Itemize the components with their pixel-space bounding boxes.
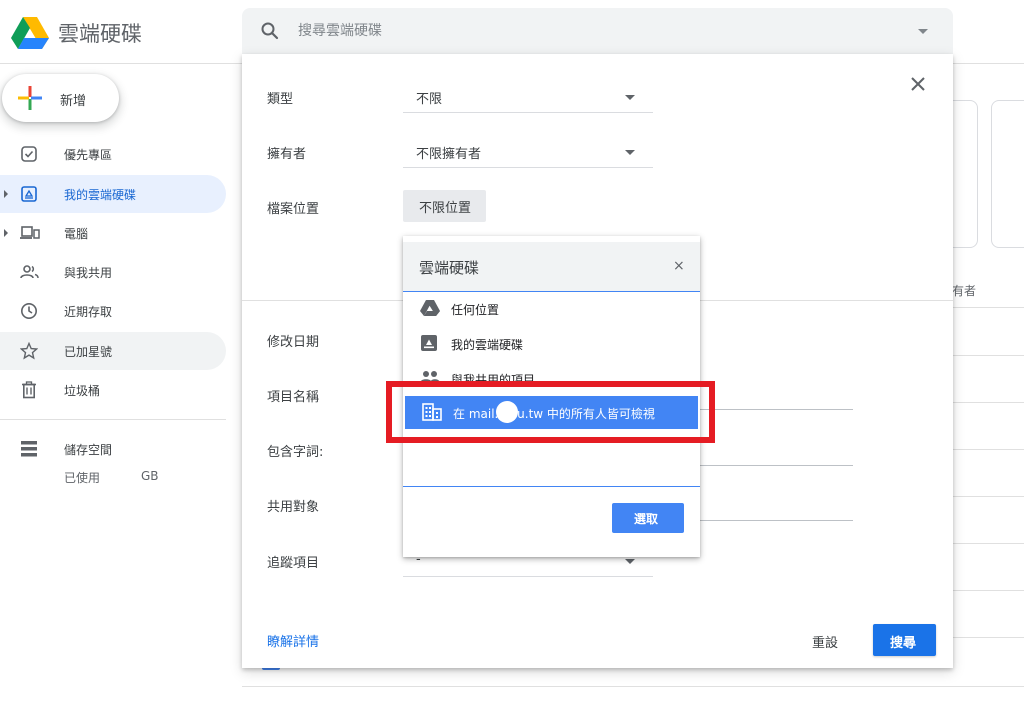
sidebar-item-label: 電腦 — [64, 227, 89, 241]
row-divider — [952, 355, 1024, 356]
location-label: 檔案位置 — [267, 202, 320, 217]
popup-title: 雲端硬碟 — [419, 259, 480, 277]
popup-close-icon[interactable]: × — [673, 258, 685, 274]
sidebar-item-label: 垃圾桶 — [64, 384, 101, 398]
sidebar-item-computers[interactable]: 電腦 — [0, 214, 226, 252]
search-icon[interactable] — [260, 21, 280, 45]
popup-header: 雲端硬碟 × — [403, 242, 700, 292]
computers-icon — [20, 226, 40, 239]
sidebar-item-recent[interactable]: 近期存取 — [0, 292, 226, 330]
expand-caret-icon[interactable] — [4, 190, 8, 198]
location-option-label: 我的雲端硬碟 — [451, 338, 524, 352]
storage-label[interactable]: 儲存空間 — [64, 441, 112, 458]
row-divider — [952, 496, 1024, 497]
trash-icon — [22, 381, 36, 399]
highlight-annotation — [386, 381, 715, 443]
new-button-label: 新增 — [60, 94, 87, 109]
row-divider — [952, 637, 1024, 638]
storage-used-label: 已使用 — [64, 471, 101, 485]
location-chip[interactable]: 不限位置 — [403, 190, 486, 222]
storage-unit: GB — [141, 469, 159, 483]
sidebar-item-label: 近期存取 — [64, 305, 113, 319]
sidebar-item-trash[interactable]: 垃圾桶 — [0, 371, 226, 409]
shared-icon — [20, 265, 39, 279]
expand-caret-icon[interactable] — [4, 229, 8, 237]
row-divider — [242, 686, 1024, 687]
type-select-value: 不限 — [416, 92, 443, 107]
sidebar-item-label: 我的雲端硬碟 — [64, 188, 137, 202]
row-divider — [952, 543, 1024, 544]
file-card[interactable] — [991, 100, 1024, 248]
owner-column-header[interactable]: 有者 — [952, 282, 976, 299]
select-button-label: 選取 — [634, 512, 659, 526]
sidebar-item-label: 與我共用 — [64, 266, 113, 280]
owner-select[interactable]: 不限擁有者 — [403, 136, 653, 168]
item-name-label: 項目名稱 — [267, 390, 320, 405]
shared-with-label: 共用對象 — [267, 500, 320, 515]
drive-logo-icon[interactable] — [11, 17, 49, 53]
recent-icon — [21, 303, 37, 319]
location-option-anywhere[interactable]: 任何位置 — [403, 292, 700, 326]
sidebar-item-my-drive[interactable]: 我的雲端硬碟 — [0, 175, 226, 213]
reset-button[interactable]: 重設 — [802, 624, 850, 656]
modified-date-label: 修改日期 — [267, 335, 320, 350]
owner-select-value: 不限擁有者 — [416, 147, 482, 162]
sidebar-item-label: 已加星號 — [64, 345, 113, 359]
close-icon[interactable] — [910, 76, 926, 96]
contains-words-label: 包含字詞: — [267, 445, 324, 460]
row-divider — [952, 449, 1024, 450]
row-divider — [952, 402, 1024, 403]
reset-button-label: 重設 — [812, 636, 839, 651]
search-button-label: 搜尋 — [890, 636, 917, 651]
row-divider — [952, 590, 1024, 591]
star-icon — [20, 342, 38, 360]
learn-more-link[interactable]: 瞭解詳情 — [267, 631, 319, 650]
plus-icon — [18, 86, 42, 110]
sidebar-item-shared[interactable]: 與我共用 — [0, 253, 226, 291]
app-title: 雲端硬碟 — [58, 22, 142, 46]
search-button[interactable]: 搜尋 — [873, 624, 936, 656]
search-options-dropdown-icon[interactable] — [918, 29, 928, 34]
owner-label: 擁有者 — [267, 147, 307, 162]
location-chip-label: 不限位置 — [419, 201, 472, 216]
search-input[interactable] — [298, 19, 858, 43]
drive-logo-icon — [420, 300, 440, 316]
priority-icon — [21, 146, 37, 162]
select-button[interactable]: 選取 — [612, 503, 684, 533]
location-option-my-drive[interactable]: 我的雲端硬碟 — [403, 327, 700, 361]
popup-input-underline — [403, 486, 700, 487]
dropdown-arrow-icon — [625, 150, 635, 155]
storage-icon — [21, 441, 37, 457]
type-select[interactable]: 不限 — [403, 81, 653, 113]
my-drive-icon — [21, 186, 37, 202]
new-button[interactable]: 新增 — [2, 74, 119, 122]
sidebar-divider — [0, 419, 226, 420]
location-option-label: 任何位置 — [451, 303, 500, 317]
sidebar-item-starred[interactable]: 已加星號 — [0, 332, 226, 370]
type-label: 類型 — [267, 92, 294, 107]
follow-up-label: 追蹤項目 — [267, 556, 320, 571]
my-drive-icon — [421, 335, 437, 351]
search-bar[interactable] — [242, 8, 953, 54]
sidebar-item-label: 優先專區 — [64, 148, 113, 162]
sidebar-item-priority[interactable]: 優先專區 — [0, 135, 226, 173]
dropdown-arrow-icon — [625, 559, 635, 564]
row-divider — [952, 307, 1024, 308]
dropdown-arrow-icon — [625, 95, 635, 100]
